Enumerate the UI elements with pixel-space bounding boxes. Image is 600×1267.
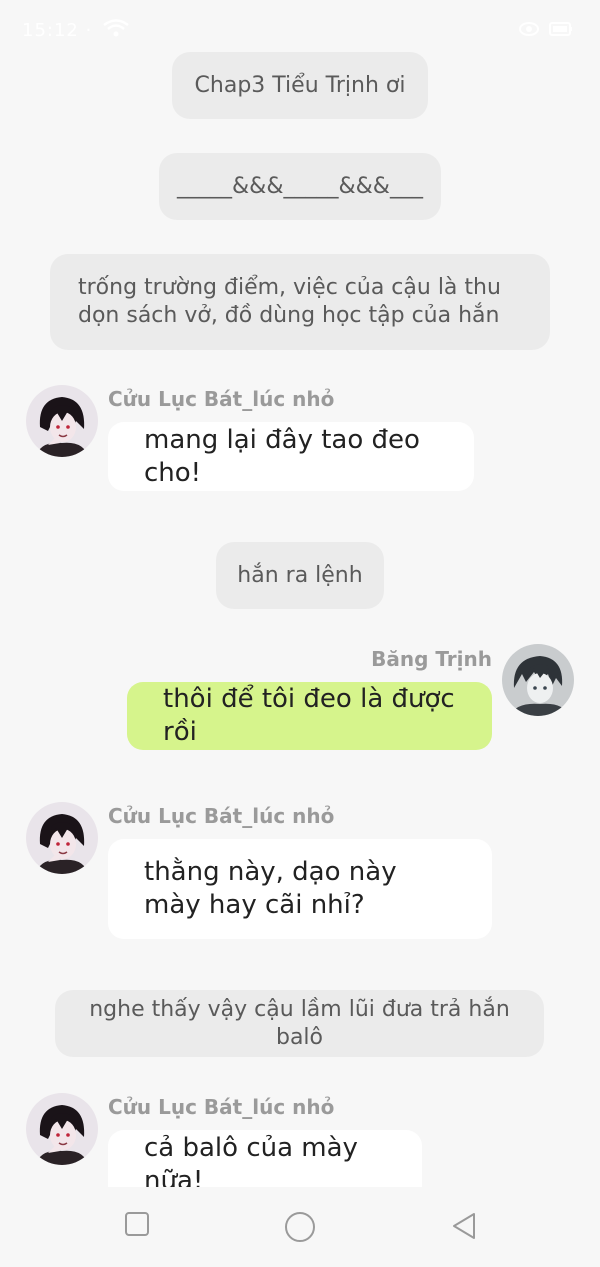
narration-bubble: trống trường điểm, việc của cậu là thu d… bbox=[50, 254, 550, 350]
narration-text: _____&&&_____&&&___ bbox=[177, 173, 423, 199]
battery-icon bbox=[549, 22, 572, 36]
avatar[interactable] bbox=[26, 385, 98, 457]
narration-text: Chap3 Tiểu Trịnh ơi bbox=[194, 72, 406, 98]
wifi-icon bbox=[103, 18, 129, 43]
message-bubble[interactable]: thằng này, dạo này mày hay cãi nhỉ? bbox=[108, 839, 492, 939]
narration-bubble: nghe thấy vậy cậu lầm lũi đưa trả hắn ba… bbox=[55, 990, 544, 1057]
sender-name: Cửu Lục Bát_lúc nhỏ bbox=[108, 1095, 335, 1119]
narration-text: nghe thấy vậy cậu lầm lũi đưa trả hắn ba… bbox=[89, 996, 510, 1050]
status-right bbox=[518, 18, 574, 40]
my-message-bubble[interactable]: thôi để tôi đeo là được rồi bbox=[127, 682, 492, 750]
message-bubble[interactable]: mang lại đây tao đeo cho! bbox=[108, 422, 474, 491]
message-text: thôi để tôi đeo là được rồi bbox=[163, 684, 455, 747]
narration-text: hắn ra lệnh bbox=[237, 562, 363, 588]
message-text: mang lại đây tao đeo cho! bbox=[144, 424, 420, 488]
narration-bubble: hắn ra lệnh bbox=[216, 542, 384, 609]
eye-icon bbox=[519, 22, 539, 36]
narration-text: trống trường điểm, việc của cậu là thu d… bbox=[78, 275, 501, 328]
recents-square-icon[interactable] bbox=[124, 1211, 150, 1241]
avatar[interactable] bbox=[26, 802, 98, 874]
avatar[interactable] bbox=[26, 1093, 98, 1165]
sender-name: Băng Trịnh bbox=[371, 647, 492, 671]
back-triangle-icon[interactable] bbox=[450, 1211, 478, 1245]
sender-name: Cửu Lục Bát_lúc nhỏ bbox=[108, 387, 335, 411]
narration-bubble: Chap3 Tiểu Trịnh ơi bbox=[172, 52, 428, 119]
navigation-bar bbox=[0, 1187, 600, 1267]
narration-bubble: _____&&&_____&&&___ bbox=[159, 153, 441, 220]
sender-name: Cửu Lục Bát_lúc nhỏ bbox=[108, 804, 335, 828]
home-circle-icon[interactable] bbox=[284, 1211, 316, 1247]
message-text: thằng này, dạo này mày hay cãi nhỉ? bbox=[144, 857, 397, 920]
status-bar: 15:12 · bbox=[0, 0, 600, 60]
avatar[interactable] bbox=[502, 644, 574, 716]
status-time: 15:12 · bbox=[22, 20, 93, 41]
